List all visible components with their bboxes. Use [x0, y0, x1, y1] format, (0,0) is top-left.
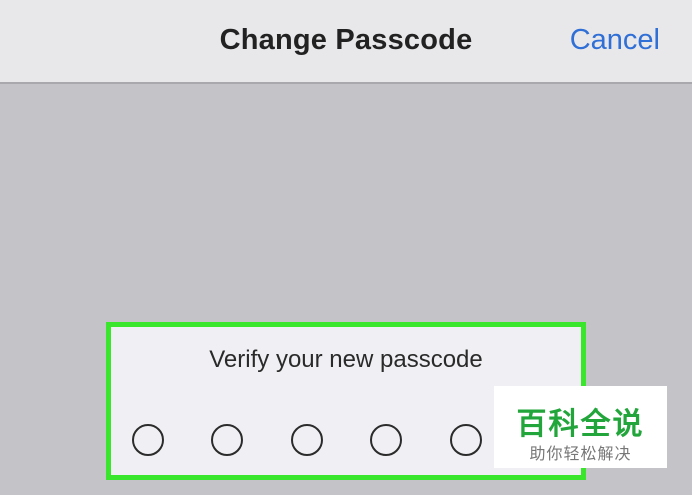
passcode-dot-3	[291, 424, 323, 456]
passcode-dot-2	[211, 424, 243, 456]
watermark-tagline: 助你轻松解决	[529, 446, 632, 463]
passcode-dot-5	[450, 424, 482, 456]
passcode-screen: Change Passcode Cancel Verify your new p…	[0, 0, 692, 495]
cancel-button[interactable]: Cancel	[570, 24, 660, 57]
watermark-brand: 百科全说	[516, 408, 645, 441]
passcode-dot-4	[370, 424, 402, 456]
watermark-logo: 百科全说 助你轻松解决	[494, 386, 667, 468]
passcode-dot-1	[132, 424, 164, 456]
navigation-bar: Change Passcode Cancel	[0, 0, 692, 84]
